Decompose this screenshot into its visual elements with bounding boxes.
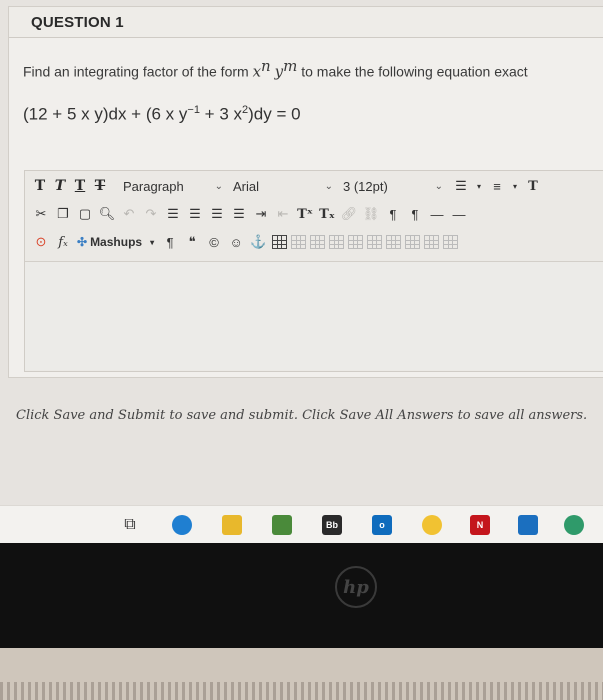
strikethrough-button[interactable]: T xyxy=(93,175,107,197)
table-delete-row-icon[interactable] xyxy=(329,235,345,249)
paragraph-dropdown[interactable]: Paragraph ⌄ xyxy=(123,175,223,197)
prompt-m: m xyxy=(283,57,298,75)
chrome-icon[interactable] xyxy=(422,515,442,535)
underline-button[interactable]: T xyxy=(73,175,87,197)
horizontal-rule-icon[interactable]: — xyxy=(429,205,445,223)
undo-icon[interactable]: ↶ xyxy=(121,205,137,223)
blockquote-icon[interactable]: ❝ xyxy=(184,233,200,251)
paste-icon[interactable]: ▢ xyxy=(77,205,93,223)
table-col-after-icon[interactable] xyxy=(367,235,383,249)
font-dropdown[interactable]: Arial ⌄ xyxy=(233,175,333,197)
shield-app-icon[interactable] xyxy=(564,515,584,535)
table-col-before-icon[interactable] xyxy=(348,235,364,249)
ltr-icon[interactable]: ¶ xyxy=(385,205,401,223)
cut-icon[interactable]: ✂ xyxy=(33,205,49,223)
align-justify-icon[interactable]: ☰ xyxy=(231,205,247,223)
table-split-icon[interactable] xyxy=(424,235,440,249)
chevron-down-icon[interactable]: ▾ xyxy=(511,177,519,195)
taskbar: ⧉ Bb o N xyxy=(0,505,603,543)
prompt-text-start: Find an integrating factor of the form xyxy=(23,63,253,80)
copyright-icon[interactable]: © xyxy=(206,233,222,251)
chevron-down-icon: ▾ xyxy=(150,237,155,247)
rich-text-editor: T T T T Paragraph ⌄ Arial ⌄ 3 (12pt) ⌄ ☰ ▾ … xyxy=(24,170,603,372)
task-view-icon[interactable]: ⧉ xyxy=(120,515,140,535)
font-size-dropdown[interactable]: 3 (12pt) ⌄ xyxy=(343,175,443,197)
eq-part-1: (12 + 5 x y)dx + (6 x y xyxy=(23,104,188,124)
chevron-down-icon[interactable]: ▾ xyxy=(475,177,483,195)
blackboard-label: Bb xyxy=(326,520,338,530)
rtl-icon[interactable]: ¶ xyxy=(407,205,423,223)
prompt-text-end: to make the following equation exact xyxy=(297,63,528,80)
chevron-down-icon: ⌄ xyxy=(324,180,333,192)
italic-button[interactable]: T xyxy=(53,175,67,197)
hp-logo: hp xyxy=(335,566,377,608)
table-icon[interactable] xyxy=(272,235,288,249)
prompt-y: y xyxy=(274,62,284,81)
math-formula-icon[interactable]: fₓ xyxy=(55,233,71,251)
align-right-icon[interactable]: ☰ xyxy=(209,205,225,223)
anchor-icon[interactable]: ⚓ xyxy=(250,233,266,251)
record-icon[interactable]: ⊙ xyxy=(33,233,49,251)
save-instructions: Click Save and Submit to save and submit… xyxy=(16,408,588,423)
font-size-label: 3 (12pt) xyxy=(343,178,388,194)
emoji-icon[interactable]: ☺ xyxy=(228,233,244,251)
toolbar-row-2: ✂ ❐ ▢ 🔍︎ ↶ ↷ ☰ ☰ ☰ ☰ ⇥ ⇤ Tˣ Tₓ 🔗︎ ⛓ ¶ ¶ … xyxy=(25,199,603,229)
superscript-icon[interactable]: Tˣ xyxy=(297,205,313,223)
numbered-list-icon[interactable]: ≡ xyxy=(489,177,505,195)
laptop-bezel xyxy=(0,543,603,648)
horizontal-rule-2-icon[interactable]: — xyxy=(451,205,467,223)
netflix-icon[interactable]: N xyxy=(470,515,490,535)
indent-icon[interactable]: ⇥ xyxy=(253,205,269,223)
outdent-icon[interactable]: ⇤ xyxy=(275,205,291,223)
keyboard-edge xyxy=(0,682,603,700)
subscript-icon[interactable]: Tₓ xyxy=(319,205,335,223)
paragraph-mark-icon[interactable]: ¶ xyxy=(162,233,178,251)
edge-browser-icon[interactable] xyxy=(172,515,192,535)
font-label: Arial xyxy=(233,178,260,194)
mail-icon[interactable] xyxy=(518,515,538,535)
netflix-label: N xyxy=(476,520,484,530)
table-row-after-icon[interactable] xyxy=(310,235,326,249)
toolbar-row-1: T T T T Paragraph ⌄ Arial ⌄ 3 (12pt) ⌄ ☰ ▾ … xyxy=(25,171,603,201)
table-merge-icon[interactable] xyxy=(405,235,421,249)
table-row-before-icon[interactable] xyxy=(291,235,307,249)
question-header: QUESTION 1 xyxy=(9,7,603,38)
mashups-dropdown[interactable]: ✣ Mashups ▾ xyxy=(77,235,154,249)
table-delete-col-icon[interactable] xyxy=(386,235,402,249)
question-prompt: Find an integrating factor of the form x… xyxy=(23,57,528,81)
redo-icon[interactable]: ↷ xyxy=(143,205,159,223)
toolbar-row-3: ⊙ fₓ ✣ Mashups ▾ ¶ ❝ © ☺ ⚓ xyxy=(25,227,603,257)
bold-button[interactable]: T xyxy=(33,175,47,197)
screen: QUESTION 1 Find an integrating factor of… xyxy=(0,0,603,543)
store-icon[interactable] xyxy=(272,515,292,535)
mashups-label: Mashups xyxy=(90,235,143,249)
paragraph-label: Paragraph xyxy=(123,178,184,194)
table-props-icon[interactable] xyxy=(443,235,459,249)
eq-part-2: + 3 x xyxy=(199,104,243,124)
chevron-down-icon: ⌄ xyxy=(434,180,443,192)
file-explorer-icon[interactable] xyxy=(222,515,242,535)
text-color-icon[interactable]: T xyxy=(525,177,541,195)
link-icon[interactable]: 🔗︎ xyxy=(341,205,358,223)
mashups-icon: ✣ xyxy=(77,235,88,249)
align-center-icon[interactable]: ☰ xyxy=(187,205,203,223)
find-icon[interactable]: 🔍︎ xyxy=(99,205,116,223)
outlook-icon[interactable]: o xyxy=(372,515,392,535)
differential-equation: (12 + 5 x y)dx + (6 x y−1 + 3 x2)dy = 0 xyxy=(23,104,301,125)
editor-text-area[interactable] xyxy=(25,261,603,370)
blackboard-app-icon[interactable]: Bb xyxy=(322,515,342,535)
prompt-n: n xyxy=(261,57,271,75)
chevron-down-icon: ⌄ xyxy=(214,180,223,192)
eq-part-3: )dy = 0 xyxy=(248,104,301,124)
outlook-label: o xyxy=(379,520,385,530)
align-left-icon[interactable]: ☰ xyxy=(165,205,181,223)
unlink-icon[interactable]: ⛓ xyxy=(363,205,380,223)
question-title: QUESTION 1 xyxy=(31,14,124,31)
eq-exponent-1: −1 xyxy=(187,104,200,116)
bullet-list-icon[interactable]: ☰ xyxy=(453,177,469,195)
copy-icon[interactable]: ❐ xyxy=(55,205,71,223)
prompt-x: x xyxy=(252,62,262,81)
